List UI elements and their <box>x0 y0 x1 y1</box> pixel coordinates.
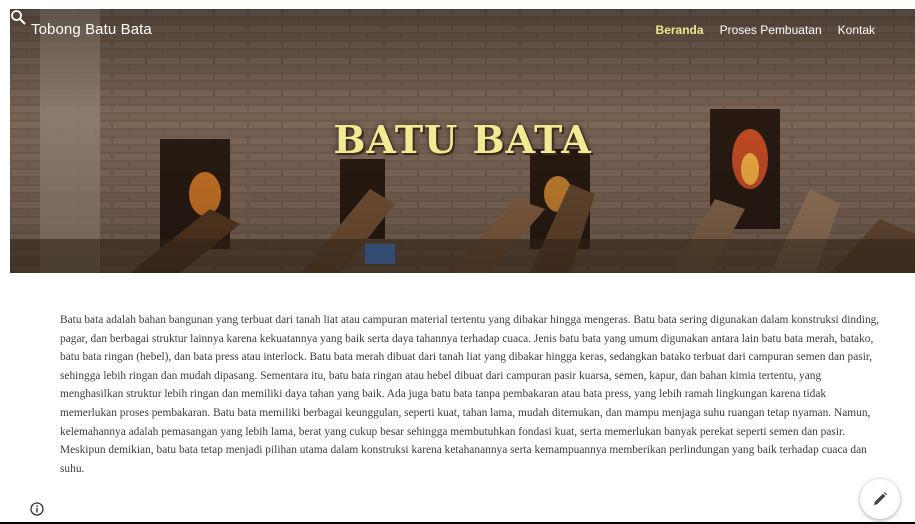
pencil-icon <box>874 492 887 505</box>
nav-item-proses-pembuatan[interactable]: Proses Pembuatan <box>720 23 822 37</box>
main-nav: Beranda Proses Pembuatan Kontak <box>656 23 875 37</box>
hero-title: BATU BATA <box>333 117 592 162</box>
search-icon[interactable] <box>10 9 26 25</box>
nav-item-kontak[interactable]: Kontak <box>838 23 875 37</box>
site-title[interactable]: Tobong Batu Bata <box>31 21 152 38</box>
article-paragraph: Batu bata adalah bahan bangunan yang ter… <box>60 314 880 475</box>
nav-item-beranda[interactable]: Beranda <box>656 23 704 37</box>
hero-banner: Tobong Batu Bata Beranda Proses Pembuata… <box>10 9 915 273</box>
edit-button[interactable] <box>860 479 900 519</box>
info-icon[interactable] <box>30 502 44 516</box>
